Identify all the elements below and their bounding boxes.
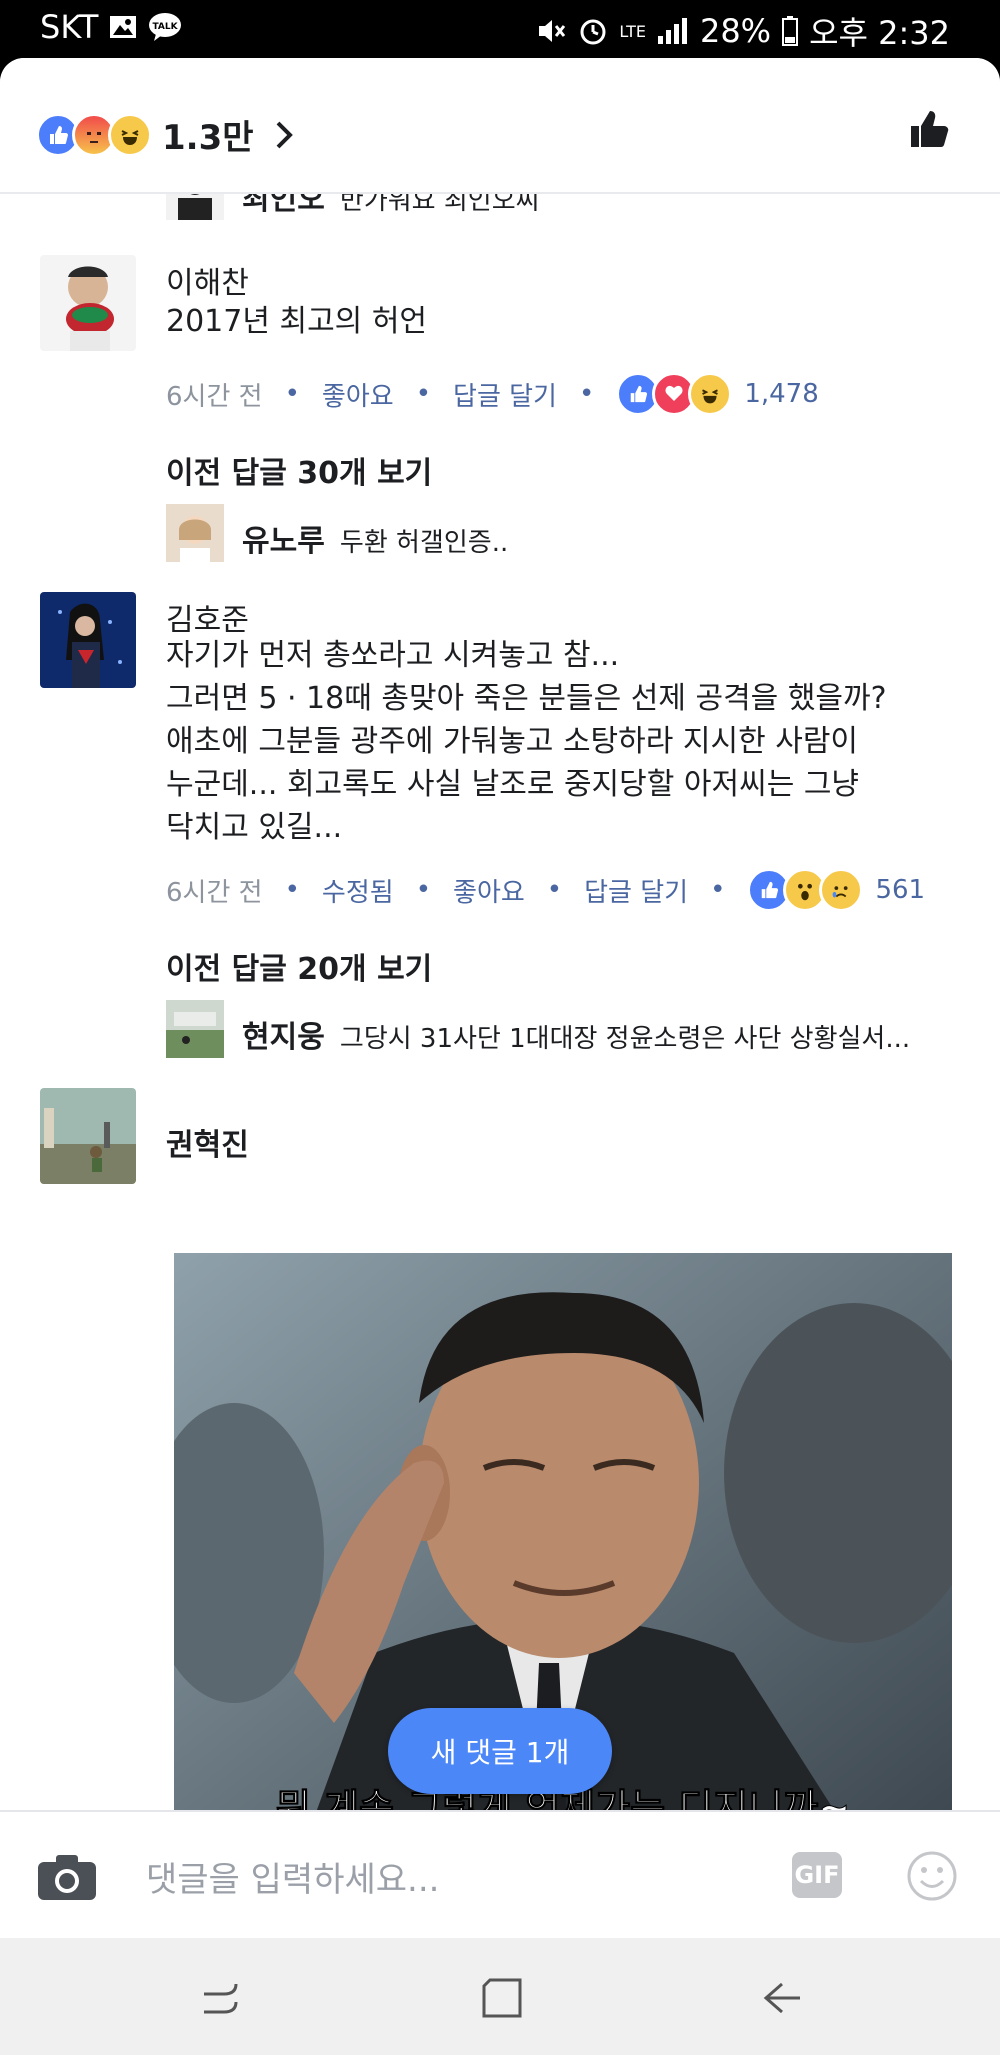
reply-preview[interactable]: 현지웅 그당시 31사단 1대대장 정윤소령은 사단 상황실서... bbox=[242, 1012, 910, 1056]
reaction-count: 561 bbox=[875, 875, 926, 905]
haha-reaction-icon bbox=[688, 372, 733, 416]
reply-preview[interactable]: 유노루 두환 허갤인증.. bbox=[242, 516, 508, 560]
comment-author[interactable]: 김호준 bbox=[166, 595, 249, 639]
comment-meta: 6시간 전 • 좋아요 • 답글 달기 • 1,478 bbox=[166, 372, 866, 416]
reply-author[interactable]: 현지웅 bbox=[242, 1020, 325, 1055]
reactions-header: 1.3만 bbox=[0, 58, 1000, 194]
reply-link[interactable]: 답글 달기 bbox=[584, 872, 688, 909]
chevron-right-icon bbox=[276, 121, 293, 148]
edited-label[interactable]: 수정됨 bbox=[322, 872, 394, 909]
sad-reaction-icon bbox=[819, 868, 864, 912]
reply-author[interactable]: 최인오 bbox=[242, 192, 325, 217]
comment-line: 자기가 먼저 총쏘라고 시켜놓고 참... bbox=[166, 638, 620, 673]
emoji-icon[interactable] bbox=[906, 1850, 958, 1902]
comment-time: 6시간 전 bbox=[166, 877, 263, 908]
battery-icon bbox=[782, 16, 799, 46]
clock-label: 오후 2:32 bbox=[809, 14, 950, 52]
reply-text: 두환 허갤인증.. bbox=[339, 528, 509, 558]
carrier-label: SKT bbox=[40, 8, 99, 46]
comment-reactions[interactable]: 1,478 bbox=[616, 372, 819, 416]
comment-author[interactable]: 권혁진 bbox=[166, 1120, 249, 1164]
avatar[interactable] bbox=[166, 192, 224, 220]
like-button-icon[interactable] bbox=[908, 108, 950, 150]
comment-line: 그러면 5 · 18때 총맞아 죽은 분들은 선제 공격을 했을까? bbox=[166, 681, 887, 716]
avatar[interactable] bbox=[40, 255, 136, 351]
mute-icon bbox=[539, 20, 566, 42]
reply-author[interactable]: 유노루 bbox=[242, 524, 325, 559]
like-link[interactable]: 좋아요 bbox=[453, 872, 525, 909]
comments-sheet: 1.3만 최인오 반가워요 최인오씨 이해찬 2017년 최고의 허언 6시간 … bbox=[0, 58, 1000, 1938]
camera-icon[interactable] bbox=[36, 1852, 98, 1902]
reactions-summary-button[interactable]: 1.3만 bbox=[36, 110, 294, 159]
comment-text: 자기가 먼저 총쏘라고 시켜놓고 참... 그러면 5 · 18때 총맞아 죽은… bbox=[166, 634, 887, 849]
comment-line: 누군데... 회고록도 사실 날조로 중지당할 아저씨는 그냥 bbox=[166, 767, 860, 802]
comment-meta: 6시간 전 • 수정됨 • 좋아요 • 답글 달기 • 561 bbox=[166, 868, 966, 912]
reply-text: 반가워요 최인오씨 bbox=[339, 192, 540, 216]
view-previous-replies[interactable]: 이전 답글 30개 보기 bbox=[166, 448, 432, 492]
battery-label: 28% bbox=[699, 12, 772, 50]
comment-input[interactable]: 댓글을 입력하세요... bbox=[146, 1852, 439, 1901]
view-previous-replies[interactable]: 이전 답글 20개 보기 bbox=[166, 944, 432, 988]
haha-reaction-icon bbox=[108, 112, 152, 157]
recent-apps-icon[interactable] bbox=[200, 1976, 244, 2020]
network-label: LTE bbox=[619, 21, 646, 41]
comment-author[interactable]: 이해찬 bbox=[166, 258, 249, 302]
comment-line: 애초에 그분들 광주에 가둬놓고 소탕하라 지시한 사람이 bbox=[166, 724, 859, 759]
alarm-icon bbox=[580, 19, 606, 45]
like-link[interactable]: 좋아요 bbox=[322, 376, 394, 413]
avatar[interactable] bbox=[40, 592, 136, 688]
image-icon bbox=[110, 16, 137, 38]
reply-text: 그당시 31사단 1대대장 정윤소령은 사단 상황실서... bbox=[339, 1024, 911, 1054]
comment-time: 6시간 전 bbox=[166, 381, 263, 412]
reply-link[interactable]: 답글 달기 bbox=[453, 376, 557, 413]
new-comments-button[interactable]: 새 댓글 1개 bbox=[388, 1708, 612, 1794]
svg-text:TALK: TALK bbox=[153, 22, 179, 32]
comment-composer: 댓글을 입력하세요... GIF bbox=[0, 1810, 1000, 1938]
comment-text: 2017년 최고의 허언 bbox=[166, 304, 428, 339]
signal-icon bbox=[657, 18, 687, 44]
comment-line: 닥치고 있길... bbox=[166, 810, 343, 845]
comment-reactions[interactable]: 561 bbox=[747, 868, 925, 912]
navigation-bar bbox=[0, 1938, 1000, 2055]
avatar[interactable] bbox=[166, 1000, 224, 1058]
avatar[interactable] bbox=[40, 1088, 136, 1184]
reactions-count: 1.3만 bbox=[162, 118, 254, 158]
avatar[interactable] bbox=[166, 504, 224, 562]
reaction-count: 1,478 bbox=[744, 379, 819, 409]
talk-icon: TALK bbox=[149, 13, 182, 41]
gif-button[interactable]: GIF bbox=[792, 1852, 842, 1898]
back-icon[interactable] bbox=[760, 1976, 804, 2020]
status-bar: SKT TALK LTE 28% 오후 2:32 bbox=[0, 0, 1000, 58]
partial-reply: 최인오 반가워요 최인오씨 bbox=[0, 192, 1000, 222]
home-icon[interactable] bbox=[480, 1976, 524, 2020]
